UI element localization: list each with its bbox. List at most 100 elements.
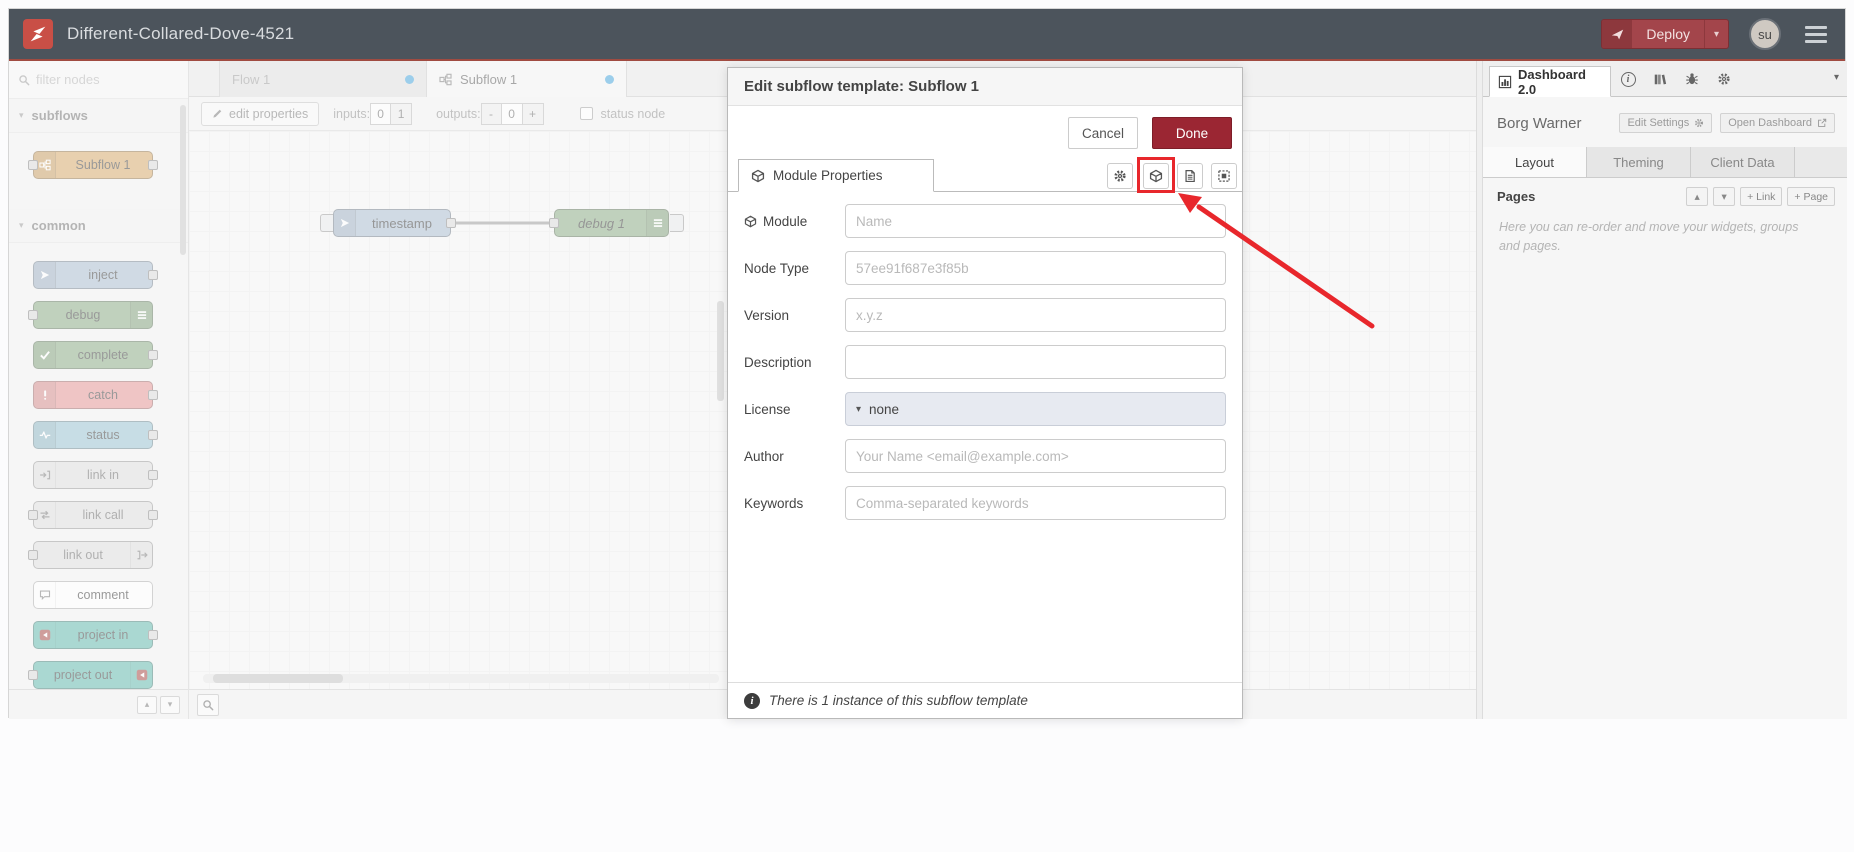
description-input[interactable] (845, 345, 1226, 379)
node-debug-1[interactable]: debug 1 (549, 209, 669, 237)
sidebar-tab-debug[interactable] (1681, 68, 1703, 90)
status-node-checkbox[interactable] (579, 107, 593, 120)
subflow-icon (439, 73, 452, 86)
module-name-input[interactable] (845, 204, 1226, 238)
move-up-button[interactable]: ▴ (1686, 187, 1709, 206)
input-port (28, 670, 38, 680)
deploy-button[interactable]: Deploy ▾ (1601, 19, 1729, 49)
palette: ▾ subflows Subflow 1 ▾ common inject deb (9, 61, 189, 719)
palette-node-link-call[interactable]: link call (28, 501, 158, 529)
node-type-input[interactable] (845, 251, 1226, 285)
form-row-license: License ▾ none (744, 392, 1226, 426)
palette-category-subflows[interactable]: ▾ subflows (9, 99, 188, 133)
node-label: debug 1 (578, 215, 625, 231)
input-port (28, 550, 38, 560)
palette-filter-input[interactable] (36, 72, 166, 87)
palette-node-label: complete (77, 348, 129, 362)
sidebar-tab-config[interactable] (1713, 68, 1735, 90)
palette-node-catch[interactable]: catch (33, 381, 158, 409)
palette-node-label: project in (77, 628, 129, 642)
move-down-button[interactable]: ▾ (1713, 187, 1736, 206)
palette-node-project-in[interactable]: project in (33, 621, 158, 649)
deploy-options-caret-icon[interactable]: ▾ (1704, 20, 1728, 48)
canvas-horizontal-scrollbar[interactable] (203, 674, 719, 683)
palette-node-link-out[interactable]: link out (28, 541, 153, 569)
debug-toggle-button[interactable] (670, 214, 684, 232)
user-avatar[interactable]: su (1749, 18, 1781, 50)
main-menu-icon[interactable] (1801, 22, 1831, 47)
palette-category-label: common (31, 218, 86, 233)
palette-category-common[interactable]: ▾ common (9, 209, 188, 243)
keywords-input[interactable] (845, 486, 1226, 520)
output-port[interactable] (446, 218, 456, 228)
version-input[interactable] (845, 298, 1226, 332)
outputs-decrease-button[interactable]: - (480, 102, 502, 125)
edit-properties-button[interactable]: edit properties (201, 101, 320, 126)
palette-node-debug[interactable]: debug (28, 301, 153, 329)
bug-icon (1685, 72, 1699, 86)
tab-module-properties[interactable]: Module Properties (738, 159, 934, 192)
tab-subflow-1[interactable]: Subflow 1 (427, 61, 627, 97)
inputs-1-button[interactable]: 1 (391, 102, 413, 125)
inject-trigger-button[interactable] (320, 214, 334, 232)
outputs-count-value[interactable]: 0 (501, 102, 523, 125)
add-link-button[interactable]: + Link (1740, 187, 1783, 206)
outputs-label: outputs: (436, 106, 481, 121)
palette-scrollbar[interactable] (180, 105, 186, 255)
scrollbar-thumb[interactable] (213, 674, 343, 683)
pencil-icon (212, 108, 223, 119)
navigator-toggle-button[interactable] (197, 694, 219, 716)
inputs-0-button[interactable]: 0 (370, 102, 392, 125)
output-port (148, 630, 158, 640)
instance-count-note: There is 1 instance of this subflow temp… (769, 693, 1028, 708)
palette-node-label: catch (88, 388, 118, 402)
palette-collapse-all-button[interactable]: ▴ (137, 695, 157, 714)
palette-node-inject[interactable]: inject (33, 261, 158, 289)
description-tab-button[interactable] (1177, 163, 1203, 189)
outputs-increase-button[interactable]: + (522, 102, 544, 125)
palette-node-subflow-1[interactable]: Subflow 1 (28, 151, 158, 179)
sidebar-splitter[interactable] (1476, 61, 1483, 719)
palette-node-comment[interactable]: comment (33, 581, 153, 609)
document-icon (1183, 169, 1197, 183)
chevron-down-icon: ▾ (19, 110, 24, 120)
tab-theming[interactable]: Theming (1587, 147, 1691, 177)
appearance-tab-button[interactable] (1211, 163, 1237, 189)
module-properties-icon-button[interactable] (1143, 163, 1169, 189)
canvas-vertical-scrollbar[interactable] (717, 301, 724, 401)
input-port[interactable] (549, 218, 559, 228)
tab-layout[interactable]: Layout (1483, 147, 1587, 177)
tab-dashboard-2[interactable]: Dashboard 2.0 (1489, 66, 1611, 97)
palette-node-label: status (86, 428, 120, 442)
inject-icon (34, 262, 56, 288)
add-page-button[interactable]: + Page (1787, 187, 1835, 206)
palette-node-project-out[interactable]: project out (28, 661, 153, 689)
pages-section-header: Pages ▴ ▾ + Link + Page (1483, 178, 1847, 212)
edit-settings-button[interactable]: Edit Settings (1619, 113, 1713, 133)
palette-node-complete[interactable]: complete (33, 341, 158, 369)
sidebar-tab-info[interactable]: i (1617, 68, 1639, 90)
node-timestamp[interactable]: timestamp (333, 209, 456, 237)
palette-expand-all-button[interactable]: ▾ (160, 695, 180, 714)
tab-client-data[interactable]: Client Data (1691, 147, 1795, 177)
palette-footer: ▴ ▾ (9, 689, 188, 719)
palette-node-label: inject (88, 268, 118, 282)
dashboard-name: Borg Warner (1497, 114, 1582, 132)
cancel-button[interactable]: Cancel (1068, 117, 1138, 149)
tab-flow-1[interactable]: Flow 1 (219, 61, 427, 97)
license-select[interactable]: ▾ none (845, 392, 1226, 426)
sidebar-options-caret-icon[interactable]: ▾ (1834, 72, 1839, 83)
palette-node-link-in[interactable]: link in (33, 461, 158, 489)
inject-icon (334, 210, 356, 236)
properties-gear-tab-button[interactable] (1107, 163, 1133, 189)
version-field-label: Version (744, 307, 790, 323)
palette-node-status[interactable]: status (33, 421, 158, 449)
output-port (148, 270, 158, 280)
chevron-down-icon: ▾ (19, 220, 24, 230)
done-button[interactable]: Done (1152, 117, 1232, 149)
palette-node-label: link call (82, 508, 124, 522)
sidebar-tab-help[interactable] (1649, 68, 1671, 90)
author-input[interactable] (845, 439, 1226, 473)
tab-modified-indicator (405, 74, 414, 84)
open-dashboard-button[interactable]: Open Dashboard (1720, 113, 1835, 133)
